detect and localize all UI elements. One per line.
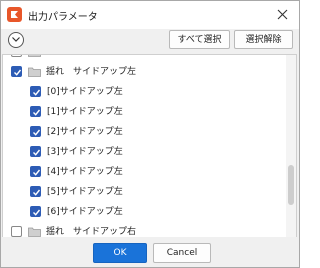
row-checkbox[interactable] (30, 146, 41, 157)
row-label: [0]サイドアップ左 (47, 87, 123, 97)
collapse-button[interactable] (8, 32, 24, 48)
row-checkbox[interactable] (11, 226, 22, 237)
tree-item-row[interactable]: [1]サイドアップ左 (28, 102, 296, 122)
row-checkbox[interactable] (30, 126, 41, 137)
row-label: [6]サイドアップ左 (47, 207, 123, 217)
tree-item-row[interactable]: [6]サイドアップ左 (28, 202, 296, 222)
vertical-scrollbar[interactable] (286, 55, 296, 237)
row-checkbox[interactable] (30, 86, 41, 97)
app-logo-icon (7, 7, 22, 22)
cancel-button[interactable]: Cancel (153, 243, 211, 263)
dialog-title: 出力パラメータ (28, 12, 98, 23)
close-button[interactable] (267, 1, 299, 29)
ok-button[interactable]: OK (93, 243, 147, 263)
row-label: 揺れ サイドアップ右 (46, 227, 137, 237)
parameter-tree: 揺れ 揺れ サイドアップ左 [0]サイドアップ左 [1]サイドアップ左 (2, 54, 297, 238)
row-checkbox[interactable] (30, 166, 41, 177)
row-label: [1]サイドアップ左 (47, 107, 123, 117)
row-checkbox[interactable] (30, 186, 41, 197)
tree-item-row[interactable]: [5]サイドアップ左 (28, 182, 296, 202)
row-label: [3]サイドアップ左 (47, 147, 123, 157)
row-checkbox[interactable] (11, 66, 22, 77)
tree-group-row[interactable]: 揺れ サイドアップ右 (9, 222, 289, 237)
output-parameters-dialog: 出力パラメータ すべて選択 選択解除 揺れ サイドアップ左 [0]サイドアップ左… (0, 0, 300, 268)
row-checkbox[interactable] (30, 106, 41, 117)
row-checkbox[interactable] (11, 55, 22, 57)
toolbar: すべて選択 選択解除 (1, 29, 299, 51)
row-label: 揺れ (46, 55, 64, 62)
scrollbar-thumb[interactable] (288, 165, 294, 205)
row-label: [2]サイドアップ左 (47, 127, 123, 137)
tree-group-row[interactable]: 揺れ サイドアップ左 (9, 62, 289, 82)
folder-icon (28, 227, 41, 237)
close-icon (277, 9, 288, 20)
row-label: [5]サイドアップ左 (47, 187, 123, 197)
row-label: [4]サイドアップ左 (47, 167, 123, 177)
folder-icon (28, 55, 41, 57)
chevron-down-icon (12, 37, 20, 42)
tree-group-row[interactable]: 揺れ (9, 55, 289, 62)
deselect-all-button[interactable]: 選択解除 (234, 30, 293, 49)
tree-item-row[interactable]: [0]サイドアップ左 (28, 82, 296, 102)
folder-icon (28, 67, 41, 77)
title-bar: 出力パラメータ (1, 1, 299, 29)
row-label: 揺れ サイドアップ左 (46, 67, 137, 77)
select-all-button[interactable]: すべて選択 (169, 30, 230, 49)
tree-item-row[interactable]: [4]サイドアップ左 (28, 162, 296, 182)
tree-item-row[interactable]: [3]サイドアップ左 (28, 142, 296, 162)
tree-item-row[interactable]: [2]サイドアップ左 (28, 122, 296, 142)
dialog-footer: OK Cancel (1, 237, 299, 267)
row-checkbox[interactable] (30, 206, 41, 217)
